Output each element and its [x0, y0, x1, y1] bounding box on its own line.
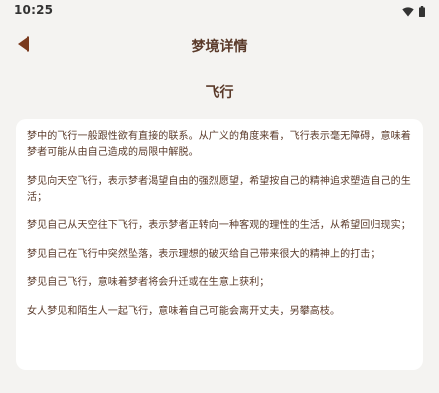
battery-icon: [419, 2, 425, 21]
dream-content-card: 梦中的飞行一般跟性欲有直接的联系。从广义的角度来看，飞行表示毫无障碍，意味着梦者…: [16, 119, 423, 370]
dream-paragraph: 梦见自己从天空往下飞行，表示梦者正转向一种客观的理性的生活，从希望回归现实；: [27, 220, 411, 231]
wifi-icon: [402, 2, 414, 21]
dream-paragraph: 梦见自己飞行，意味着梦者将会升迁或在生意上获利；: [27, 277, 270, 288]
dream-paragraph: 梦见向天空飞行，表示梦者渴望自由的强烈愿望，希望按自己的精神追求塑造自己的生活；: [27, 175, 411, 203]
dream-paragraph: 女人梦见和陌生人一起飞行，意味着自己可能会离开丈夫，另攀高枝。: [27, 305, 341, 317]
dream-paragraph: 梦中的飞行一般跟性欲有直接的联系。从广义的角度来看，飞行表示毫无障碍，意味着梦者…: [27, 131, 411, 158]
status-time: 10:25: [14, 3, 54, 17]
dream-title: 飞行: [205, 85, 234, 101]
page-title: 梦境详情: [191, 39, 248, 55]
dream-paragraph: 梦见自己在飞行中突然坠落，表示理想的破灭给自己带来很大的精神上的打击；: [27, 248, 381, 260]
app-bar: 梦境详情: [0, 22, 439, 70]
status-icons: [402, 5, 425, 17]
status-bar: 10:25: [0, 0, 439, 22]
